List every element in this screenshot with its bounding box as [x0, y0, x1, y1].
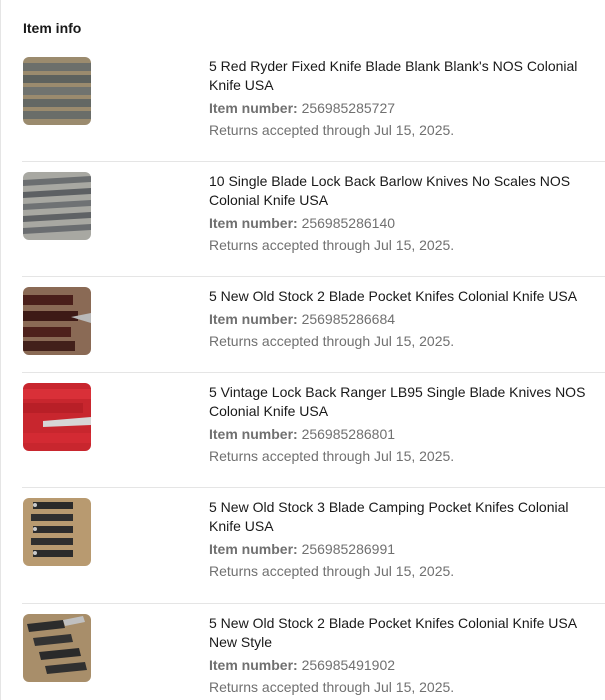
item-number-value: 256985286991	[301, 541, 396, 557]
returns-policy: Returns accepted through Jul 15, 2025.	[209, 563, 455, 579]
divider	[22, 161, 605, 162]
item-title[interactable]: 5 Red Ryder Fixed Knife Blade Blank Blan…	[209, 57, 599, 95]
item-number: Item number: 256985491902	[209, 656, 599, 675]
item-thumbnail[interactable]	[23, 57, 91, 125]
item-number-value: 256985286140	[301, 215, 396, 231]
item-number-value: 256985286684	[301, 311, 396, 327]
item-thumbnail[interactable]	[23, 287, 91, 355]
divider	[22, 276, 605, 277]
item-number: Item number: 256985286140	[209, 214, 599, 233]
item-thumbnail[interactable]	[23, 498, 91, 566]
item-number-label: Item number:	[209, 311, 298, 327]
item-title[interactable]: 5 Vintage Lock Back Ranger LB95 Single B…	[209, 383, 599, 421]
item-number: Item number: 256985286991	[209, 540, 599, 559]
item-title[interactable]: 5 New Old Stock 2 Blade Pocket Knifes Co…	[209, 287, 599, 306]
returns-policy: Returns accepted through Jul 15, 2025.	[209, 679, 455, 695]
item-title[interactable]: 5 New Old Stock 3 Blade Camping Pocket K…	[209, 498, 599, 536]
returns-policy: Returns accepted through Jul 15, 2025.	[209, 448, 455, 464]
returns-policy: Returns accepted through Jul 15, 2025.	[209, 333, 455, 349]
left-border	[0, 0, 1, 700]
divider	[22, 603, 605, 604]
item-number-value: 256985491902	[301, 657, 396, 673]
section-title: Item info	[23, 20, 82, 36]
item-title[interactable]: 5 New Old Stock 2 Blade Pocket Knifes Co…	[209, 614, 599, 652]
item-number-label: Item number:	[209, 541, 298, 557]
item-number: Item number: 256985285727	[209, 99, 599, 118]
item-number-value: 256985286801	[301, 426, 396, 442]
item-number-value: 256985285727	[301, 100, 396, 116]
item-number-label: Item number:	[209, 100, 298, 116]
item-number: Item number: 256985286684	[209, 310, 599, 329]
item-thumbnail[interactable]	[23, 614, 91, 682]
item-title[interactable]: 10 Single Blade Lock Back Barlow Knives …	[209, 172, 599, 210]
item-number: Item number: 256985286801	[209, 425, 599, 444]
divider	[22, 487, 605, 488]
item-number-label: Item number:	[209, 215, 298, 231]
returns-policy: Returns accepted through Jul 15, 2025.	[209, 122, 455, 138]
item-thumbnail[interactable]	[23, 383, 91, 451]
item-number-label: Item number:	[209, 657, 298, 673]
returns-policy: Returns accepted through Jul 15, 2025.	[209, 237, 455, 253]
divider	[22, 372, 605, 373]
item-thumbnail[interactable]	[23, 172, 91, 240]
item-number-label: Item number:	[209, 426, 298, 442]
